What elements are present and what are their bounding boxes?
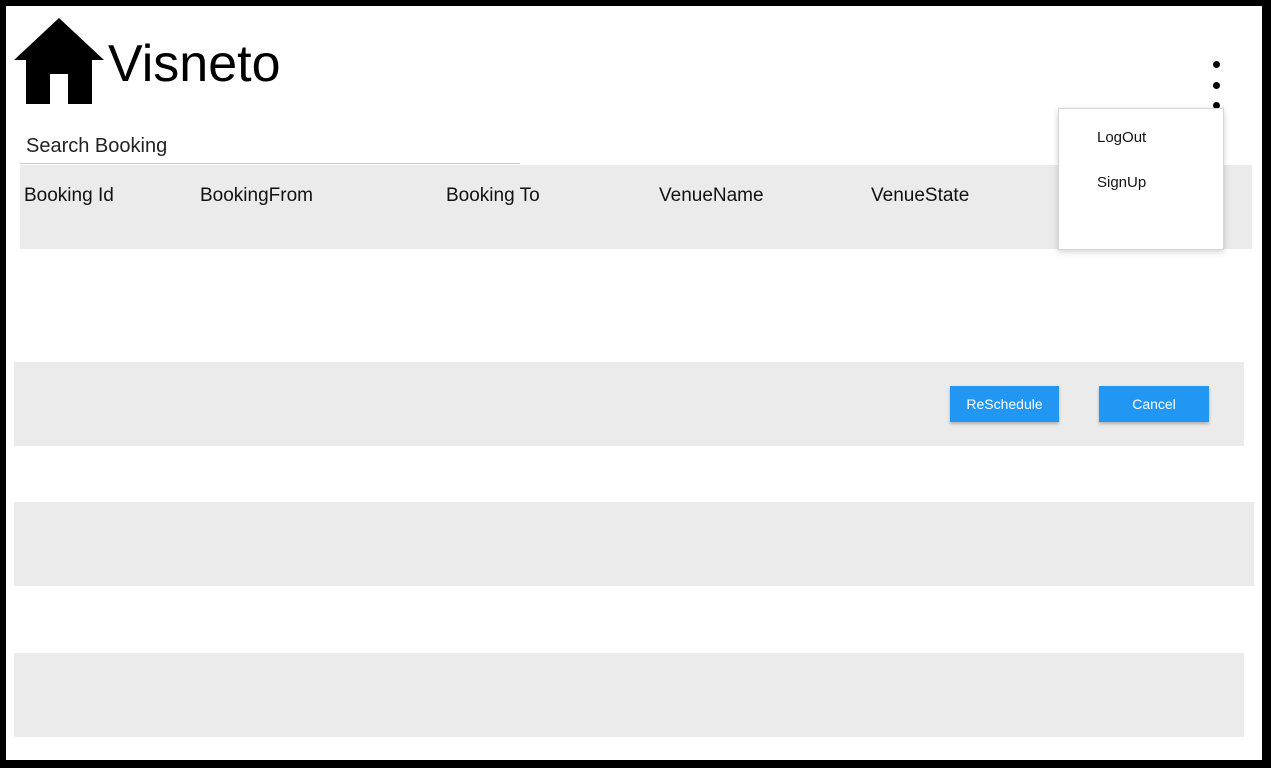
menu-item-logout[interactable]: LogOut [1097,129,1146,146]
kebab-menu-icon[interactable] [1206,61,1226,109]
column-header-booking-id: Booking Id [24,185,114,206]
column-header-venue-state: VenueState [871,185,970,206]
app-title: Visneto [108,35,281,93]
table-row: ReSchedule Cancel [14,362,1244,446]
menu-item-signup[interactable]: SignUp [1097,174,1146,191]
home-icon [14,18,104,104]
app-window: Visneto Booking Id BookingFrom Booking T… [6,6,1262,760]
dropdown-menu: LogOut SignUp [1058,108,1224,250]
table-row [14,653,1244,737]
table-row [14,502,1254,586]
column-header-booking-to: Booking To [446,185,540,206]
search-booking-input[interactable] [20,130,520,164]
column-header-venue-name: VenueName [659,185,764,206]
column-header-booking-from: BookingFrom [200,185,313,206]
menu-dot [1212,61,1220,68]
cancel-button[interactable]: Cancel [1099,386,1209,422]
menu-dot [1212,81,1220,89]
reschedule-button[interactable]: ReSchedule [950,386,1059,422]
